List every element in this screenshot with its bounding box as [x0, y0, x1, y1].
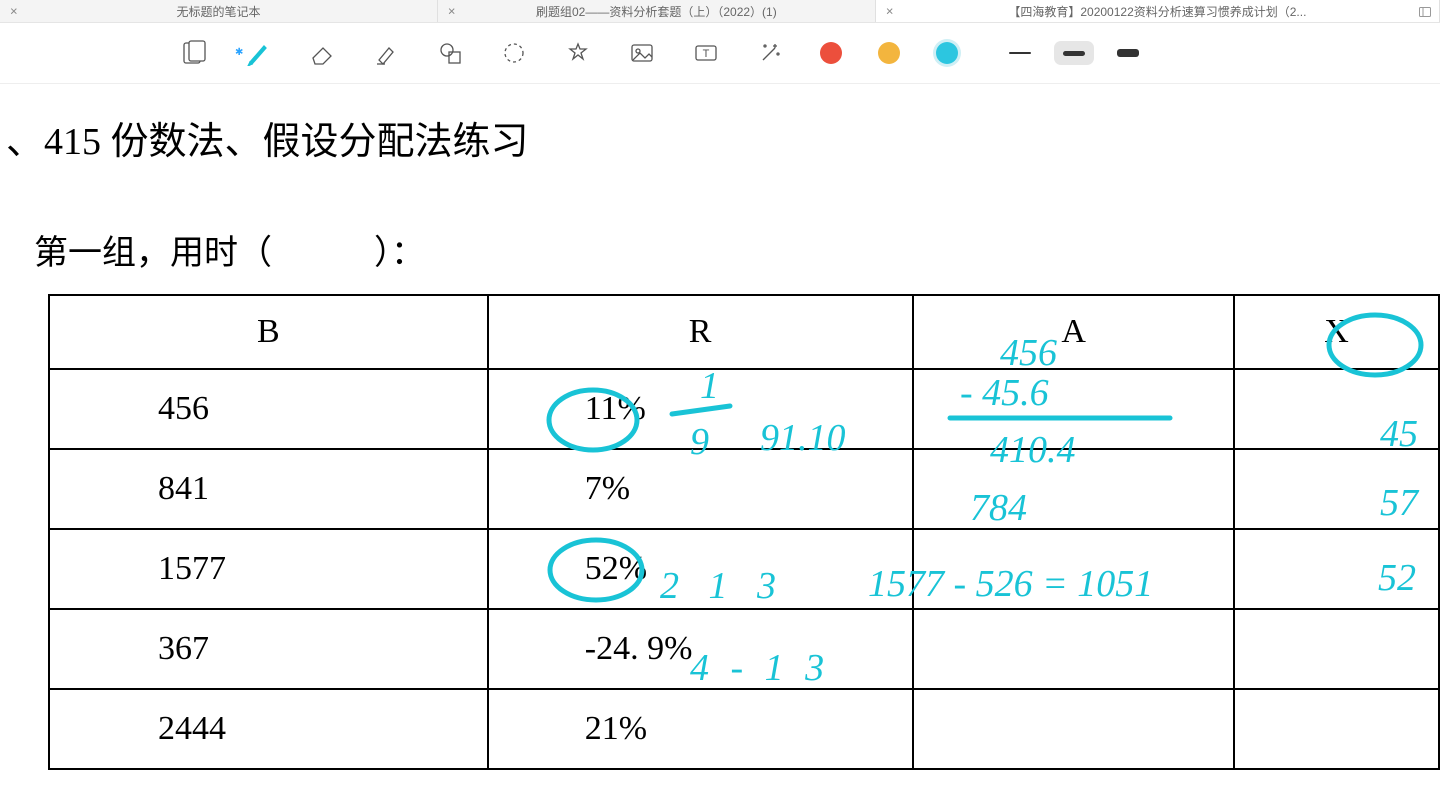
cell-b: 367: [49, 609, 488, 689]
text-tool[interactable]: T: [692, 39, 720, 67]
cell-b: 456: [49, 369, 488, 449]
sticker-tool[interactable]: [564, 39, 592, 67]
cell-r: 11%: [488, 369, 914, 449]
close-icon[interactable]: ×: [448, 5, 456, 18]
toolbar: T: [0, 23, 1440, 84]
close-icon[interactable]: ×: [886, 5, 894, 18]
cell-b: 1577: [49, 529, 488, 609]
cell-a: [913, 529, 1234, 609]
page-thumbnail-icon[interactable]: [180, 39, 208, 67]
table-header-row: B R A X: [49, 295, 1439, 369]
color-red[interactable]: [820, 42, 842, 64]
group-heading: 第一组，用时（ ）：: [34, 225, 1440, 274]
tab-doc-2[interactable]: × 刷题组02——资料分析套题（上）（2022）(1): [438, 0, 876, 22]
cell-r: 7%: [488, 449, 914, 529]
close-icon[interactable]: ×: [10, 5, 18, 18]
cell-x: [1234, 449, 1439, 529]
cell-a: [913, 449, 1234, 529]
tab-label: 无标题的笔记本: [176, 3, 260, 20]
pen-tool[interactable]: [244, 39, 272, 67]
cell-b: 841: [49, 449, 488, 529]
cell-a: [913, 689, 1234, 769]
th-r: R: [488, 295, 914, 369]
cell-b: 2444: [49, 689, 488, 769]
stroke-thin[interactable]: [1000, 41, 1040, 65]
image-tool[interactable]: [628, 39, 656, 67]
table-row: 1577 52%: [49, 529, 1439, 609]
color-cyan[interactable]: [936, 42, 958, 64]
svg-text:T: T: [703, 48, 710, 60]
cell-x: [1234, 689, 1439, 769]
tab-bar: × 无标题的笔记本 × 刷题组02——资料分析套题（上）（2022）(1) × …: [0, 0, 1440, 23]
title-text: 415 份数法、假设分配法练习: [44, 121, 529, 163]
cell-a: [913, 609, 1234, 689]
shapes-tool[interactable]: [436, 39, 464, 67]
eraser-tool[interactable]: [308, 39, 336, 67]
table-row: 841 7%: [49, 449, 1439, 529]
cell-x: [1234, 529, 1439, 609]
cell-x: [1234, 369, 1439, 449]
table-row: 2444 21%: [49, 689, 1439, 769]
table-row: 367 -24. 9%: [49, 609, 1439, 689]
magic-tool[interactable]: [756, 39, 784, 67]
stroke-thick[interactable]: [1108, 41, 1148, 65]
cell-a: [913, 369, 1234, 449]
sidebar-toggle-icon[interactable]: [1419, 6, 1431, 16]
th-b: B: [49, 295, 488, 369]
th-x: X: [1234, 295, 1439, 369]
cell-r: 21%: [488, 689, 914, 769]
page-title: 、415 份数法、假设分配法练习: [0, 110, 1440, 165]
cell-r: -24. 9%: [488, 609, 914, 689]
practice-table: B R A X 456 11% 841 7% 1577 52% 367 -24.…: [48, 294, 1440, 770]
cell-x: [1234, 609, 1439, 689]
tab-doc-3[interactable]: × 【四海教育】20200122资料分析速算习惯养成计划（2...: [876, 0, 1440, 22]
stroke-medium[interactable]: [1054, 41, 1094, 65]
th-a: A: [913, 295, 1234, 369]
document-page: 、415 份数法、假设分配法练习 第一组，用时（ ）： B R A X 456 …: [0, 84, 1440, 770]
highlighter-tool[interactable]: [372, 39, 400, 67]
cell-r: 52%: [488, 529, 914, 609]
color-yellow[interactable]: [878, 42, 900, 64]
stroke-width-group: [1000, 41, 1148, 65]
tab-label: 刷题组02——资料分析套题（上）（2022）(1): [536, 3, 777, 20]
table-row: 456 11%: [49, 369, 1439, 449]
title-prefix: 、: [6, 121, 44, 163]
tab-label: 【四海教育】20200122资料分析速算习惯养成计划（2...: [1008, 3, 1306, 20]
tab-notebook[interactable]: × 无标题的笔记本: [0, 0, 438, 22]
lasso-tool[interactable]: [500, 39, 528, 67]
